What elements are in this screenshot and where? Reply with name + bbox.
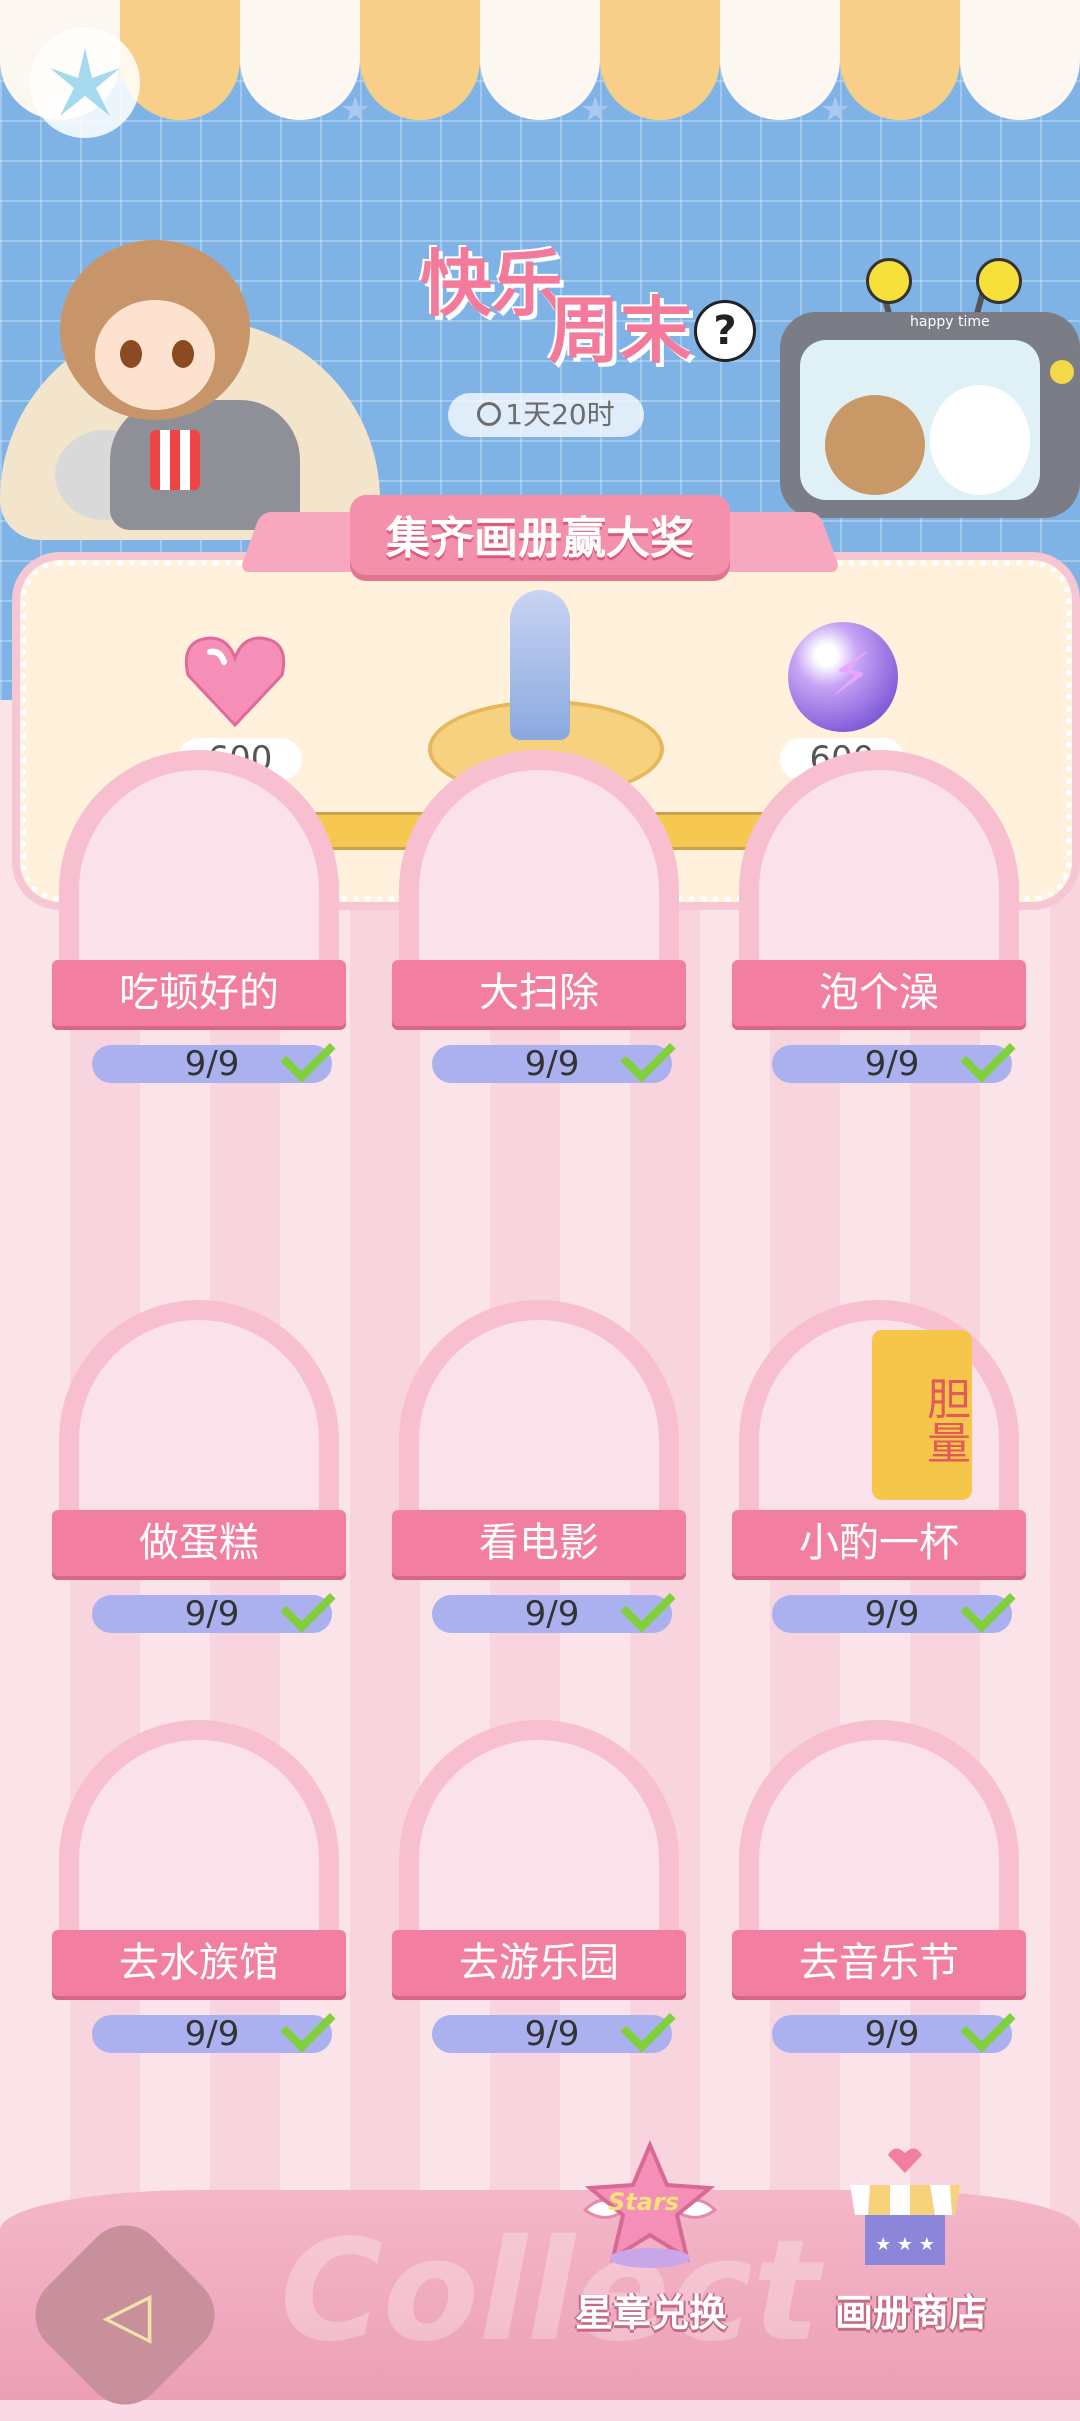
- event-title: 快乐: [420, 242, 565, 326]
- album-card-label: 去音乐节: [732, 1930, 1026, 1996]
- clock-icon: [477, 402, 502, 426]
- album-card[interactable]: 去音乐节 9/9: [732, 1720, 1026, 2060]
- bear-illustration: [825, 395, 925, 495]
- album-card-label: 泡个澡: [732, 960, 1026, 1026]
- album-card[interactable]: 吃顿好的 9/9: [52, 750, 346, 1090]
- tv-label: happy time: [910, 314, 990, 330]
- awning-decoration: [0, 0, 1080, 120]
- album-card[interactable]: 泡个澡 9/9: [732, 750, 1026, 1090]
- album-card-label: 小酌一杯: [732, 1510, 1026, 1576]
- album-card[interactable]: 做蛋糕 9/9: [52, 1300, 346, 1640]
- svg-text:★ ★ ★: ★ ★ ★: [875, 2234, 935, 2255]
- popcorn-icon: [150, 430, 200, 490]
- boy-eye: [120, 340, 142, 368]
- question-icon[interactable]: ?: [694, 300, 756, 362]
- grand-prize-outfit-figure[interactable]: [510, 590, 570, 740]
- countdown-timer: 1天20时: [448, 393, 644, 437]
- album-card-label: 去水族馆: [52, 1930, 346, 1996]
- star-decoration: ★: [580, 90, 611, 130]
- star-decoration: ★: [820, 90, 851, 130]
- bunny-illustration: [930, 385, 1030, 495]
- event-title: 周末: [548, 289, 693, 373]
- lightning-icon: ⚡: [830, 640, 873, 710]
- boy-face-illustration: [95, 300, 215, 410]
- star-decoration: ★: [340, 90, 371, 130]
- album-card-label: 看电影: [392, 1510, 686, 1576]
- album-card[interactable]: 大扫除 9/9: [392, 750, 686, 1090]
- boy-eye: [172, 340, 194, 368]
- stars-exchange-label[interactable]: 星章兑换: [575, 2282, 727, 2337]
- album-card[interactable]: 去水族馆 9/9: [52, 1720, 346, 2060]
- album-card[interactable]: 看电影 9/9: [392, 1300, 686, 1640]
- prize-banner-text: 集齐画册赢大奖: [386, 513, 694, 564]
- timer-text: 1天20时: [505, 398, 615, 431]
- album-card-label: 吃顿好的: [52, 960, 346, 1026]
- album-card-label: 去游乐园: [392, 1930, 686, 1996]
- boy-body-illustration: [110, 400, 300, 530]
- stars-badge-text: Stars: [608, 2188, 680, 2216]
- back-arrow-icon[interactable]: ◁: [92, 2280, 162, 2350]
- collect-watermark: Collect: [280, 2210, 820, 2373]
- beer-glass-text: 胆量: [872, 1330, 972, 1500]
- tv-knob: [1050, 360, 1074, 384]
- album-shop-label[interactable]: 画册商店: [835, 2282, 987, 2337]
- album-card-label: 做蛋糕: [52, 1510, 346, 1576]
- album-card[interactable]: 胆量 小酌一杯 9/9: [732, 1300, 1026, 1640]
- app-logo-icon: [30, 28, 140, 138]
- tv-antenna-ball: [866, 258, 912, 304]
- pink-heart-gem-icon[interactable]: [180, 630, 290, 730]
- album-shop-icon[interactable]: ★ ★ ★: [840, 2145, 970, 2275]
- album-card-label: 大扫除: [392, 960, 686, 1026]
- album-card[interactable]: 去游乐园 9/9: [392, 1720, 686, 2060]
- tv-antenna-ball: [976, 258, 1022, 304]
